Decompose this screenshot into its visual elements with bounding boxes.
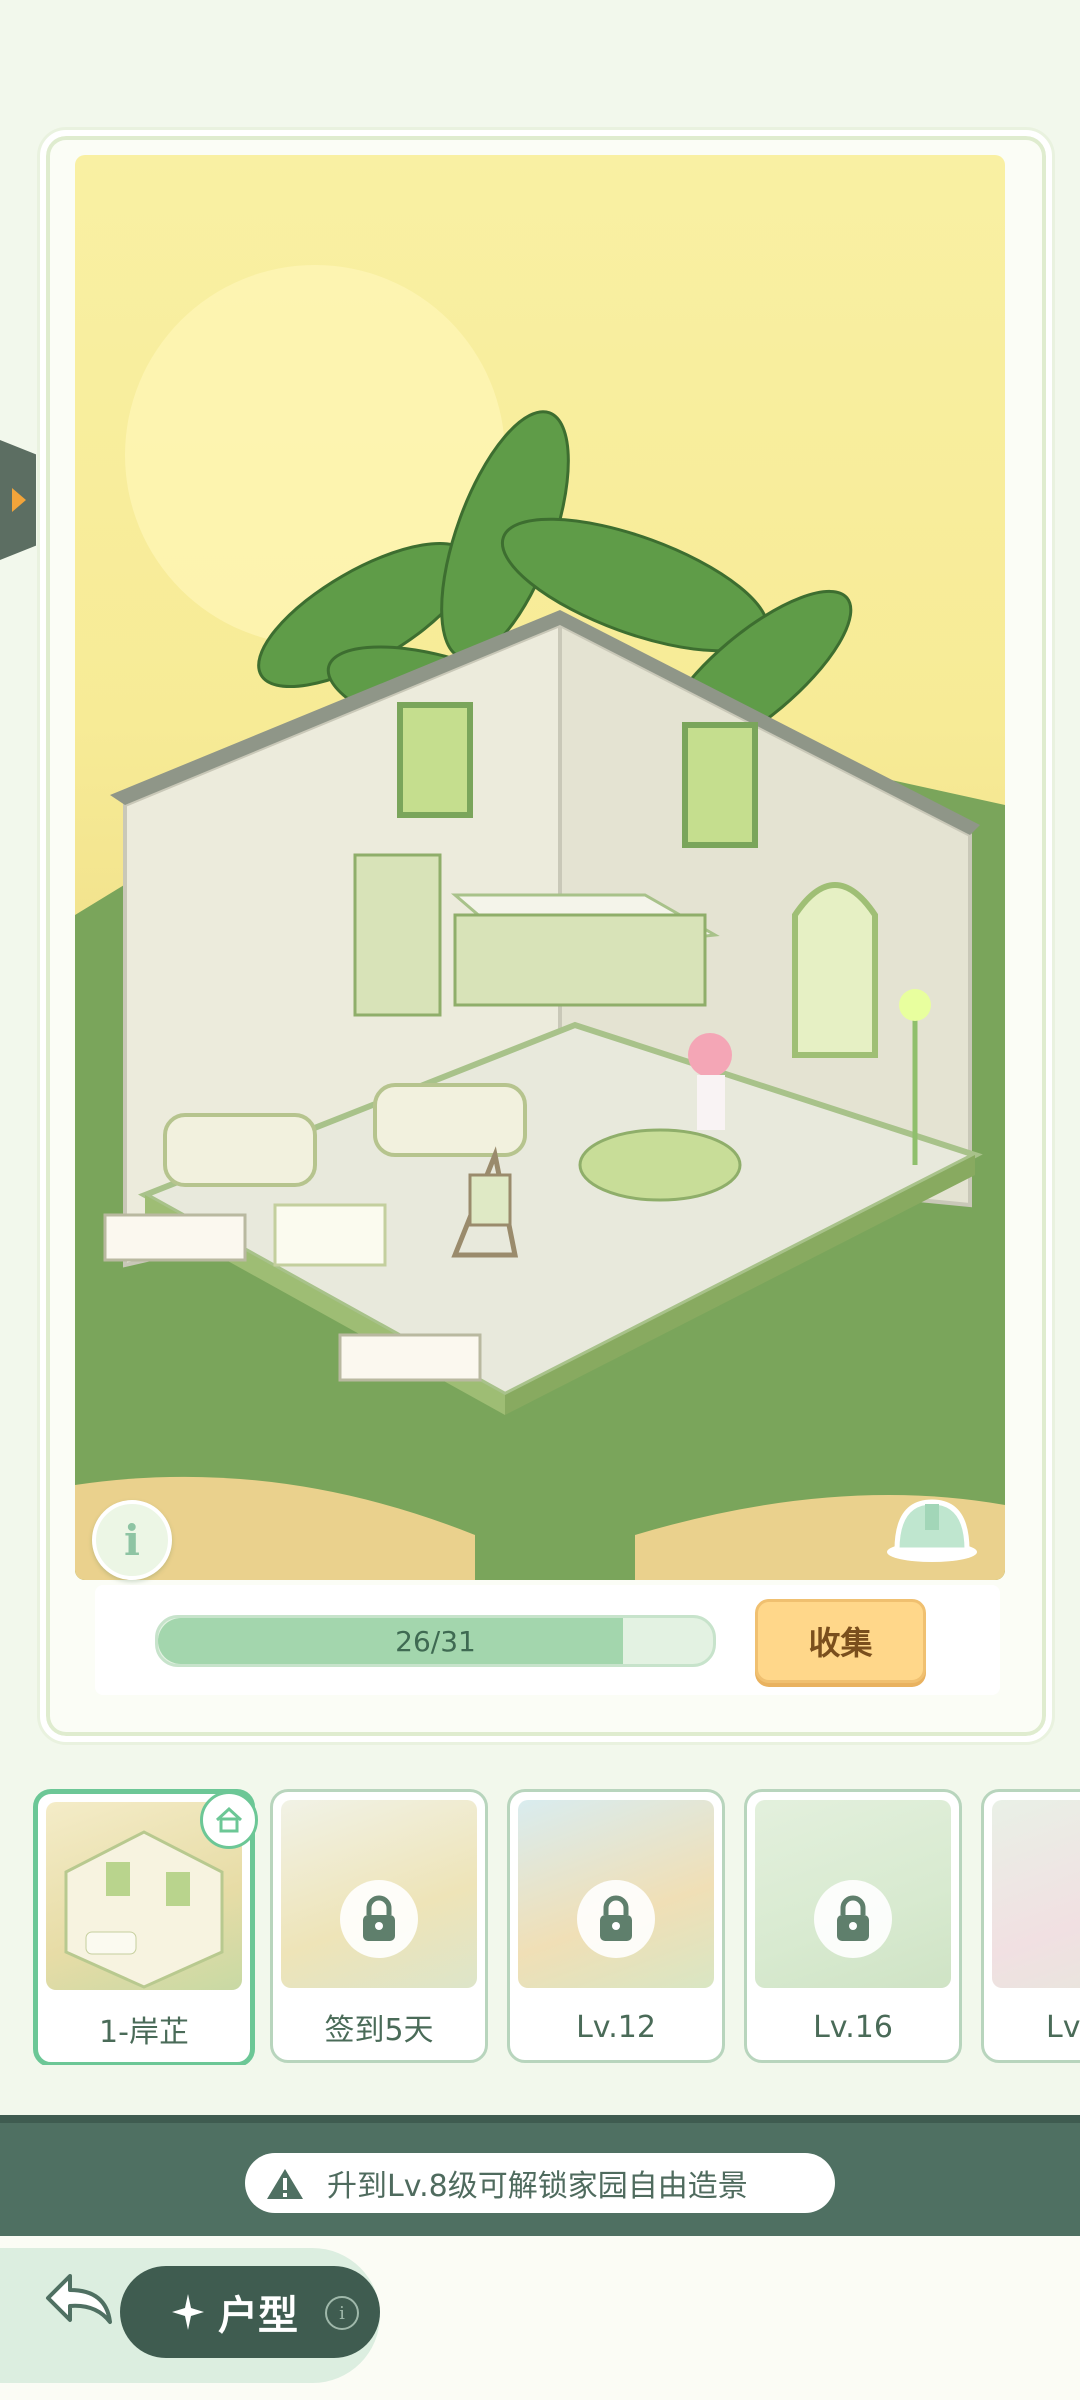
room-card-5[interactable]: Lv xyxy=(981,1789,1080,2063)
unlock-notice: 升到Lv.8级可解锁家园自由造景 xyxy=(245,2153,835,2213)
room-label: 签到5天 xyxy=(324,2013,434,2048)
side-drawer-tab[interactable] xyxy=(0,440,36,560)
unlock-notice-bar: 升到Lv.8级可解锁家园自由造景 xyxy=(0,2115,1080,2244)
room-scene xyxy=(75,155,1005,1580)
collect-button[interactable]: 收集 xyxy=(755,1599,926,1683)
room-thumbnail xyxy=(992,1800,1080,1988)
info-icon: i xyxy=(124,1515,140,1565)
room-card-4[interactable]: Lv.16 xyxy=(744,1789,962,2063)
room-list: 1-岸芷 签到5天 Lv.12 Lv.16 Lv xyxy=(0,1785,1080,2065)
sparkle-icon xyxy=(172,2294,204,2330)
lock-icon xyxy=(340,1880,418,1958)
helmet-icon xyxy=(887,1499,977,1562)
build-mode-button[interactable] xyxy=(885,1490,980,1565)
back-button[interactable] xyxy=(40,2264,120,2334)
room-label: 1-岸芷 xyxy=(99,2015,189,2050)
home-icon xyxy=(215,1806,243,1833)
progress-bar: 26/31 xyxy=(155,1615,716,1667)
unlock-notice-text: 升到Lv.8级可解锁家园自由造景 xyxy=(327,2169,748,2204)
room-card-2[interactable]: 签到5天 xyxy=(270,1789,488,2063)
lock-icon xyxy=(577,1880,655,1958)
room-illustration xyxy=(75,265,1005,1580)
floor-plan-label: 户型 xyxy=(218,2293,298,2339)
bottom-toolbar: 户型 i xyxy=(0,2236,1080,2400)
lock-icon xyxy=(814,1880,892,1958)
arrow-right-icon xyxy=(12,488,26,512)
room-label: Lv.16 xyxy=(813,2009,893,2045)
room-label: Lv.12 xyxy=(576,2009,656,2045)
collection-progress-panel: 26/31 收集 xyxy=(95,1585,1000,1695)
info-icon[interactable]: i xyxy=(325,2296,359,2330)
info-button[interactable]: i xyxy=(92,1500,172,1580)
progress-label: 26/31 xyxy=(395,1624,476,1658)
home-badge xyxy=(200,1791,258,1849)
room-label: Lv xyxy=(1046,2009,1080,2045)
floor-plan-tab[interactable]: 户型 i xyxy=(120,2266,380,2358)
room-card-3[interactable]: Lv.12 xyxy=(507,1789,725,2063)
warning-icon xyxy=(267,2169,303,2199)
